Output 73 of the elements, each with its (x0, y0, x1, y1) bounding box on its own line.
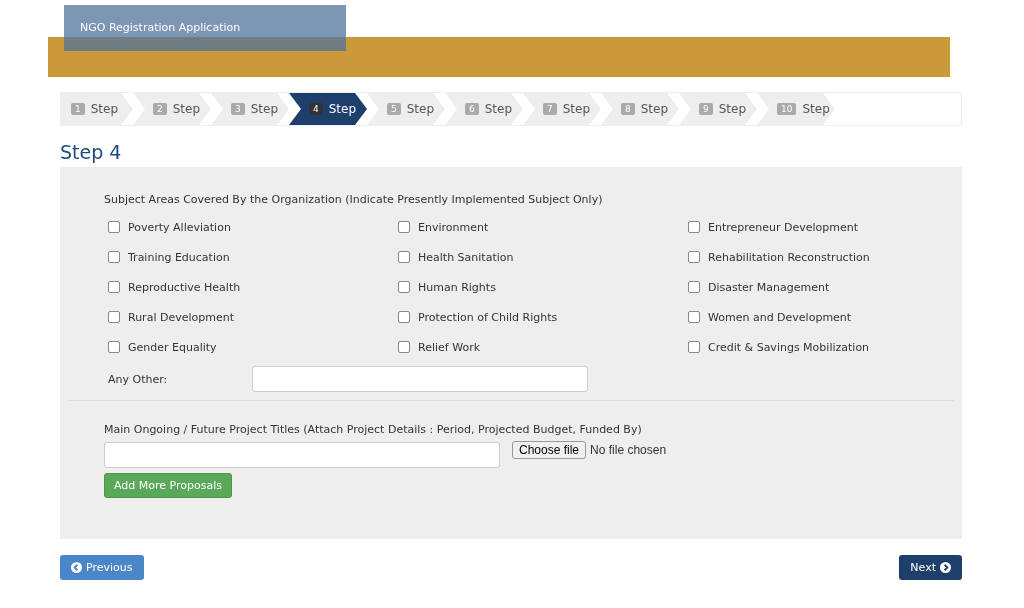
step-number: 10 (777, 103, 797, 115)
step-label: Step (640, 102, 669, 116)
option-label: Poverty Alleviation (128, 220, 231, 234)
checkbox[interactable] (398, 311, 410, 323)
step-label: Step (406, 102, 435, 116)
step-number: 2 (153, 103, 167, 115)
step-number: 4 (309, 103, 323, 115)
checkbox[interactable] (688, 251, 700, 263)
step-tab[interactable]: 4 Step (289, 93, 367, 125)
option-label: Rural Development (128, 310, 234, 324)
step-number: 3 (231, 103, 245, 115)
chevron-left-icon (71, 562, 82, 573)
step-number: 6 (465, 103, 479, 115)
step-tab[interactable]: 8 Step (601, 93, 679, 125)
page-heading: Step 4 (60, 141, 123, 163)
next-button[interactable]: Next (899, 555, 962, 580)
step-tab[interactable]: 5 Step (367, 93, 445, 125)
checkbox[interactable] (398, 251, 410, 263)
file-status: No file chosen (590, 443, 667, 457)
step-label: Step (802, 102, 830, 116)
option-label: Protection of Child Rights (418, 310, 558, 324)
step-label: Step (172, 102, 201, 116)
option-label: Training Education (128, 250, 230, 264)
checkbox[interactable] (108, 221, 120, 233)
step-label: Step (250, 102, 279, 116)
checkbox[interactable] (688, 281, 700, 293)
checkbox[interactable] (688, 311, 700, 323)
step-tab[interactable]: 7 Step (523, 93, 601, 125)
step-tab[interactable]: 3 Step (211, 93, 289, 125)
option-label: Credit & Savings Mobilization (708, 340, 870, 354)
step-label: Step (562, 102, 591, 116)
step-tab[interactable]: 9 Step (679, 93, 757, 125)
checkbox[interactable] (108, 341, 120, 353)
checkbox[interactable] (108, 251, 120, 263)
choose-file-button[interactable]: Choose file (512, 441, 587, 459)
step-number: 1 (71, 103, 85, 115)
step-label: Step (484, 102, 513, 116)
option-label: Relief Work (418, 340, 481, 354)
checkbox[interactable] (108, 281, 120, 293)
step-number: 7 (543, 103, 557, 115)
option-label: Environment (418, 220, 489, 234)
option-label: Entrepreneur Development (708, 220, 859, 234)
option-label: Disaster Management (708, 280, 830, 294)
option-label: Health Sanitation (418, 250, 514, 264)
checkbox[interactable] (688, 221, 700, 233)
text-field[interactable] (252, 366, 588, 392)
option-label: Gender Equality (128, 340, 217, 354)
step-tab[interactable]: 6 Step (445, 93, 523, 125)
field-label: Any Other: (108, 372, 169, 386)
checkbox[interactable] (398, 281, 410, 293)
checkbox[interactable] (398, 221, 410, 233)
option-label: Reproductive Health (128, 280, 241, 294)
step-label: Step (90, 102, 119, 116)
step-label: Step (328, 102, 357, 116)
step-tab[interactable]: 2 Step (133, 93, 211, 125)
step-number: 9 (699, 103, 713, 115)
step-tab[interactable]: 1 Step (61, 93, 133, 125)
field-label: Subject Areas Covered By the Organization (Indicate Presently Implemented Subject Only) (104, 193, 604, 206)
previous-button[interactable]: Previous (60, 555, 144, 580)
option-label: Rehabilitation Reconstruction (708, 250, 870, 264)
checkbox[interactable] (688, 341, 700, 353)
option-label: Women and Development (708, 310, 852, 324)
option-label: Human Rights (418, 280, 496, 294)
step-label: Step (718, 102, 747, 116)
field-label: Main Ongoing / Future Project Titles (Attach Project Details : Period, Projected Budget, Funded By) (104, 423, 643, 436)
checkbox[interactable] (108, 311, 120, 323)
step-number: 5 (387, 103, 401, 115)
app-title: NGO Registration Application (64, 5, 346, 51)
text-field[interactable] (104, 442, 500, 468)
step-number: 8 (621, 103, 635, 115)
chevron-right-icon (940, 562, 951, 573)
step-tab[interactable]: 10 Step (757, 93, 835, 125)
checkbox[interactable] (398, 341, 410, 353)
